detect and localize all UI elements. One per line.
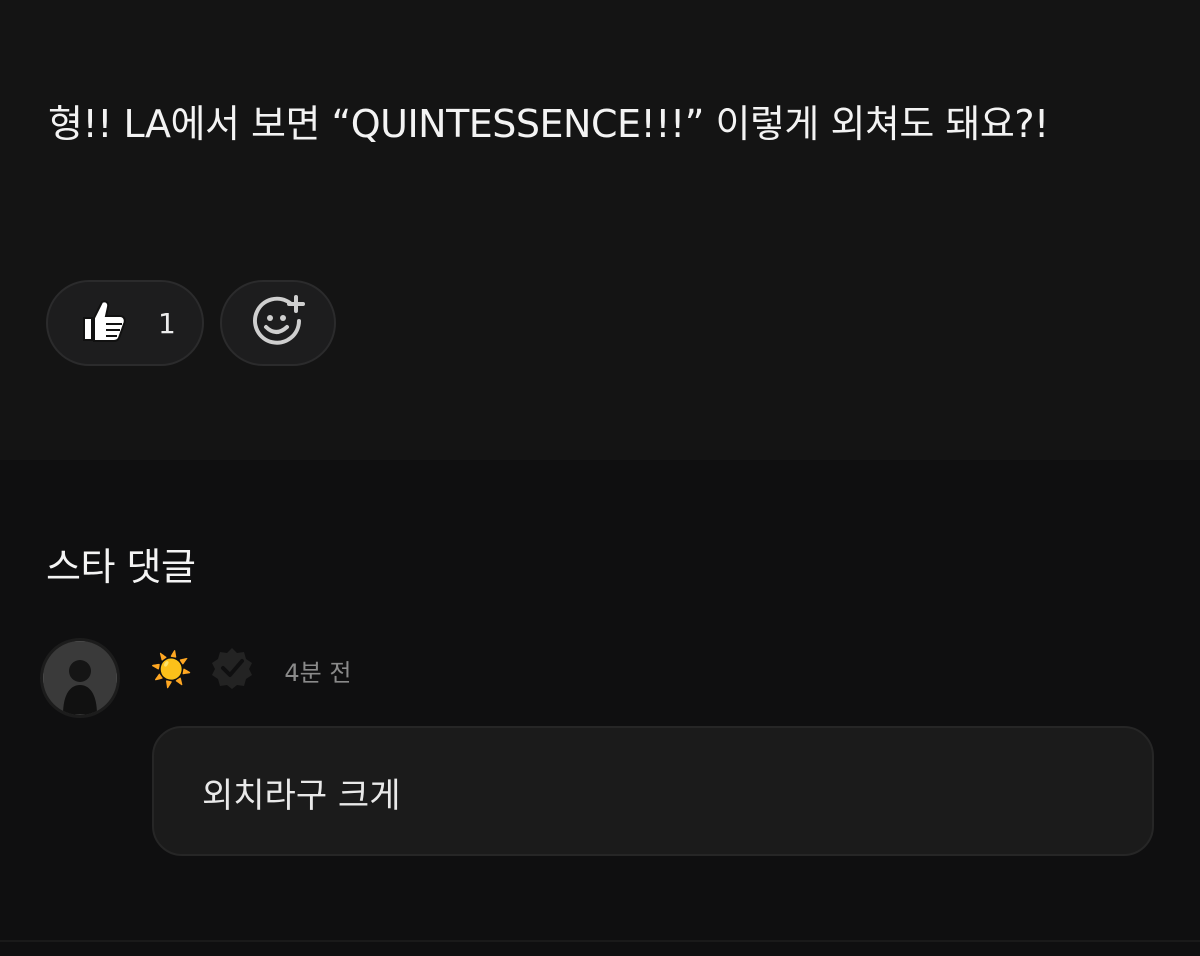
post-card: 형!! LA에서 보면 “QUINTESSENCE!!!” 이렇게 외쳐도 돼요… (0, 0, 1200, 460)
section-title: 스타 댓글 (46, 545, 196, 589)
comment-text: 외치라구 크게 (202, 776, 401, 816)
nickname[interactable]: ☀️ (150, 650, 192, 690)
divider (0, 940, 1200, 942)
add-reaction-button[interactable] (220, 280, 336, 366)
comment-meta: ☀️ 4분 전 (150, 648, 352, 690)
avatar[interactable] (40, 638, 120, 718)
thumbs-up-icon (78, 296, 128, 350)
star-comments-section: 스타 댓글 ☀️ 4분 전 외치라구 크게 (0, 460, 1200, 956)
add-reaction-icon (250, 293, 306, 353)
like-count: 1 (158, 306, 176, 340)
post-text: 형!! LA에서 보면 “QUINTESSENCE!!!” 이렇게 외쳐도 돼요… (48, 102, 1049, 146)
comment-time: 4분 전 (284, 658, 352, 687)
verified-badge-icon (210, 646, 254, 694)
like-button[interactable]: 1 (46, 280, 204, 366)
comment-bubble: 외치라구 크게 (152, 726, 1154, 856)
